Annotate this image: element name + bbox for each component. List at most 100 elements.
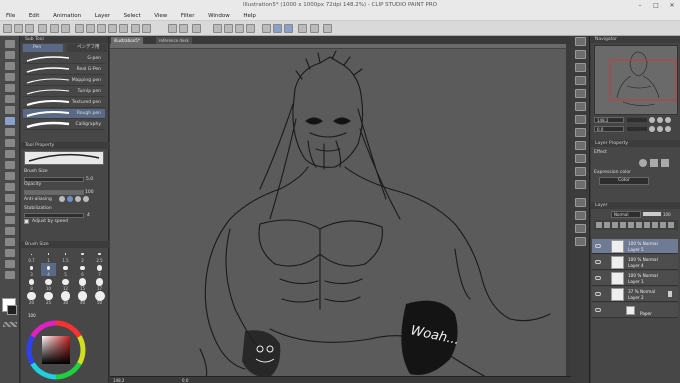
layer-property-icon[interactable] bbox=[575, 154, 586, 163]
3d-material-icon[interactable] bbox=[575, 224, 586, 233]
brush-size-preset[interactable]: 10 bbox=[41, 277, 56, 291]
brush-size-preset[interactable]: 3 bbox=[24, 263, 39, 277]
download-material-icon[interactable] bbox=[575, 237, 586, 246]
balloon-tool-icon[interactable] bbox=[5, 260, 15, 268]
brush-size-preset[interactable]: 7 bbox=[92, 263, 107, 277]
redo-arrow-icon[interactable] bbox=[179, 24, 188, 33]
tab-pen-custom[interactable]: ペンデフ用 bbox=[67, 44, 107, 52]
opacity-value[interactable]: 100 bbox=[85, 190, 94, 195]
color-set-icon[interactable] bbox=[575, 167, 586, 176]
mask-icon[interactable] bbox=[652, 222, 658, 228]
adjust-by-speed-checkbox[interactable] bbox=[24, 219, 29, 224]
decoration-tool-icon[interactable] bbox=[5, 161, 15, 169]
new-file-icon[interactable] bbox=[14, 24, 23, 33]
new-vector-layer-icon[interactable] bbox=[604, 222, 610, 228]
layer-opacity-slider[interactable] bbox=[643, 212, 661, 216]
brush-size-preset[interactable]: 17 bbox=[92, 277, 107, 291]
brush-size-preset[interactable]: 6 bbox=[75, 263, 90, 277]
menu-edit[interactable]: Edit bbox=[23, 11, 46, 21]
brush-size-preset[interactable]: 15 bbox=[75, 277, 90, 291]
sub-color-swatch[interactable] bbox=[7, 305, 17, 315]
aa-weak-icon[interactable] bbox=[67, 196, 73, 202]
eraser-tool-icon[interactable] bbox=[5, 172, 15, 180]
layer-row-layer2[interactable]: 37 % Normal Layer 2 bbox=[592, 287, 678, 302]
brush-mode-icon[interactable] bbox=[284, 24, 293, 33]
zoom-out-icon[interactable] bbox=[649, 117, 655, 123]
fill-icon[interactable] bbox=[97, 24, 106, 33]
brush-item[interactable]: Textured pen bbox=[23, 98, 105, 108]
delete-layer-icon[interactable] bbox=[668, 222, 674, 228]
auto-select-tool-icon[interactable] bbox=[5, 95, 15, 103]
stabilization-slider[interactable] bbox=[24, 213, 84, 218]
new-raster-layer-icon[interactable] bbox=[596, 222, 602, 228]
brush-item[interactable]: G-pen bbox=[23, 54, 105, 64]
border-effect-icon[interactable] bbox=[639, 159, 647, 167]
tab-reference[interactable]: reference desk bbox=[156, 37, 192, 44]
merge-down-icon[interactable] bbox=[660, 222, 666, 228]
reference-layer-icon[interactable] bbox=[628, 222, 634, 228]
brush-size-preset[interactable]: 0.7 bbox=[24, 249, 39, 263]
eye-icon[interactable] bbox=[595, 260, 601, 264]
menu-animation[interactable]: Animation bbox=[47, 11, 87, 21]
animation-timeline-icon[interactable] bbox=[575, 102, 586, 111]
pen-tool-icon[interactable] bbox=[5, 117, 15, 125]
clear-outside-icon[interactable] bbox=[86, 24, 95, 33]
aa-strong-icon[interactable] bbox=[83, 196, 89, 202]
move-layer-tool-icon[interactable] bbox=[5, 73, 15, 81]
stabilize-icon[interactable] bbox=[298, 24, 307, 33]
status-rotation[interactable]: 0.0 bbox=[182, 378, 188, 383]
rotate-left-icon[interactable] bbox=[649, 126, 655, 132]
new-folder-icon[interactable] bbox=[612, 222, 618, 228]
minimize-button[interactable]: – bbox=[632, 0, 648, 11]
brush-item[interactable]: Calligraphy bbox=[23, 120, 105, 130]
transparent-color-icon[interactable] bbox=[3, 322, 17, 327]
selection-tool-icon[interactable] bbox=[5, 84, 15, 92]
history-panel-icon[interactable] bbox=[575, 76, 586, 85]
blend-mode-select[interactable]: Normal bbox=[611, 211, 641, 218]
menu-view[interactable]: View bbox=[148, 11, 173, 21]
transform-icon[interactable] bbox=[108, 24, 117, 33]
layer-search-icon[interactable] bbox=[575, 89, 586, 98]
brush-size-preset[interactable]: 1 bbox=[41, 249, 56, 263]
brush-size-preset[interactable]: 5 bbox=[58, 263, 73, 277]
brush-tool-icon[interactable] bbox=[5, 139, 15, 147]
gradient-tool-icon[interactable] bbox=[5, 205, 15, 213]
brush-size-preset[interactable]: 1.5 bbox=[58, 249, 73, 263]
correct-line-tool-icon[interactable] bbox=[5, 271, 15, 279]
brush-size-preset[interactable]: 50 bbox=[92, 291, 107, 305]
eye-icon[interactable] bbox=[595, 244, 601, 248]
brush-size-preset[interactable]: 8 bbox=[24, 277, 39, 291]
menu-filter[interactable]: Filter bbox=[175, 11, 201, 21]
rotate-right-icon[interactable] bbox=[657, 126, 663, 132]
navigator-rotation-input[interactable]: 0.0 bbox=[594, 126, 624, 132]
clip-layer-icon[interactable] bbox=[620, 222, 626, 228]
text-tool-icon[interactable] bbox=[5, 249, 15, 257]
layer-row-paper[interactable]: Paper bbox=[592, 303, 678, 318]
tone-effect-icon[interactable] bbox=[650, 159, 658, 167]
frame-tool-icon[interactable] bbox=[5, 227, 15, 235]
menu-file[interactable]: File bbox=[0, 11, 21, 21]
navigator-zoom-input[interactable]: 148.2 bbox=[594, 117, 624, 123]
close-button[interactable]: ✕ bbox=[664, 0, 680, 11]
eye-icon[interactable] bbox=[595, 308, 601, 312]
settings-icon[interactable] bbox=[192, 24, 201, 33]
sub-view-icon[interactable] bbox=[575, 50, 586, 59]
aa-none-icon[interactable] bbox=[59, 196, 65, 202]
brush-item[interactable]: Turnip pen bbox=[23, 87, 105, 97]
redo-icon[interactable] bbox=[61, 24, 70, 33]
brush-item[interactable]: Real G-Pen bbox=[23, 65, 105, 75]
flip-horizontal-icon[interactable] bbox=[665, 126, 671, 132]
layer-color-icon[interactable] bbox=[661, 159, 669, 167]
navigator-rotation-slider[interactable] bbox=[627, 127, 647, 131]
material-folder-icon[interactable] bbox=[575, 198, 586, 207]
brush-item-selected[interactable]: Rough pen bbox=[23, 109, 105, 119]
expression-color-select[interactable]: Color bbox=[599, 177, 649, 185]
snap-icon[interactable] bbox=[246, 24, 255, 33]
aa-medium-icon[interactable] bbox=[75, 196, 81, 202]
approx-color-icon[interactable] bbox=[575, 180, 586, 189]
tab-pen[interactable]: Pen bbox=[23, 44, 63, 52]
clip-studio-icon[interactable] bbox=[3, 24, 12, 33]
eyedropper-tool-icon[interactable] bbox=[5, 106, 15, 114]
navigator-preview[interactable] bbox=[594, 45, 678, 115]
history-icon[interactable] bbox=[131, 24, 140, 33]
